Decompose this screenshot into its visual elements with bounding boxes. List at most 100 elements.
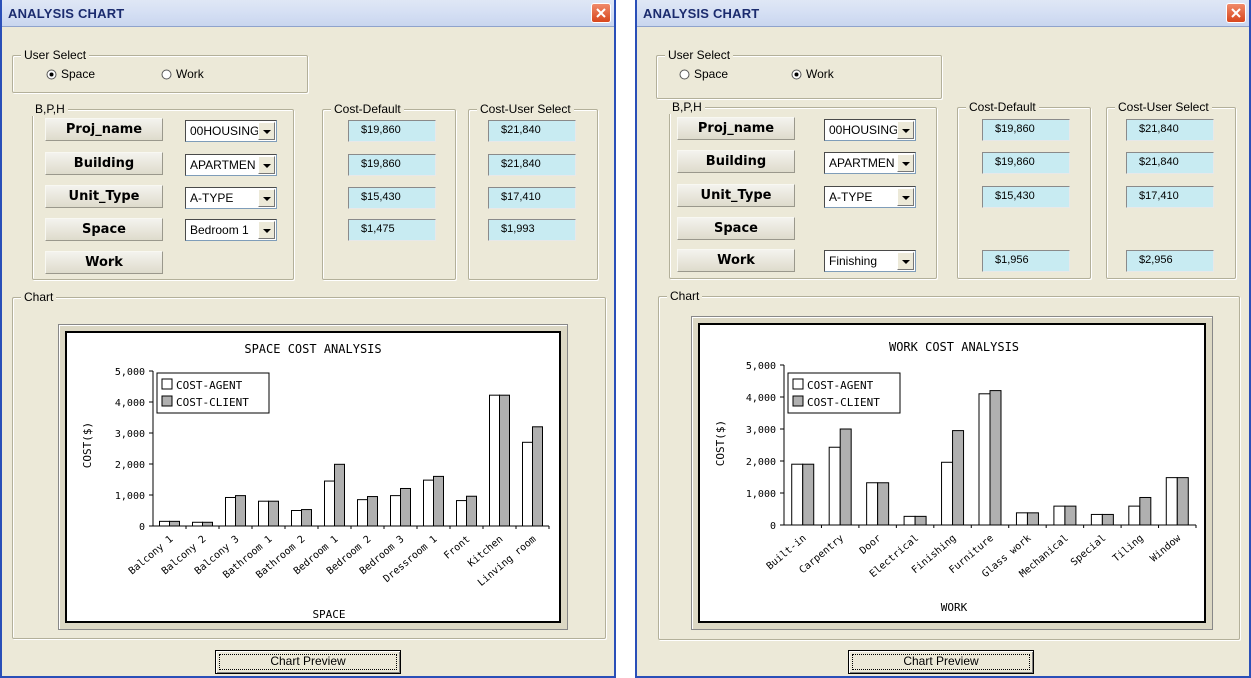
legend-label: COST-CLIENT [176,396,249,409]
close-button[interactable] [591,3,611,23]
bar-cost-client [202,521,213,527]
bar-cost-agent [225,496,236,527]
radio-space-label: Space [61,67,96,81]
cost-default-proj: $19,860 [982,119,1070,141]
bar-cost-client [235,495,246,527]
cost-user-unit: $17,410 [488,187,576,209]
building-value: APARTMEN [190,158,256,172]
bar-cost-agent [390,495,401,527]
unit-type-button[interactable]: Unit_Type [677,184,795,207]
proj-name-button[interactable]: Proj_name [677,117,795,140]
bar-cost-client [914,515,927,526]
cost-user-legend: Cost-User Select [477,102,574,116]
bar-cost-client [1176,477,1189,526]
unit-type-value: A-TYPE [829,190,873,204]
proj-name-value: 00HOUSING [190,124,260,138]
user-select-legend: User Select [665,48,734,62]
y-axis-label: COST($) [81,422,94,468]
bar-cost-agent [1090,513,1103,526]
building-value: APARTMEN [829,156,895,170]
space-combo[interactable]: Bedroom 1 [185,219,277,241]
cost-user-space: $1,993 [488,219,576,241]
proj-name-combo[interactable]: 00HOUSING [185,120,277,142]
bar-cost-agent [291,510,302,527]
chart-title: WORK COST ANALYSIS [889,340,1019,354]
legend-swatch [792,378,804,390]
chart-title: SPACE COST ANALYSIS [244,342,381,356]
y-tick-label: 1,000 [115,491,145,502]
proj-name-combo[interactable]: 00HOUSING [824,119,916,141]
close-button[interactable] [1226,3,1246,23]
chart-preview-button[interactable]: Chart Preview [848,650,1034,674]
chart-preview-button[interactable]: Chart Preview [215,650,401,674]
y-tick-label: 5,000 [115,367,145,378]
bar-cost-agent [903,515,916,526]
x-tick-label: Window [1148,532,1183,564]
space-button[interactable]: Space [45,218,163,241]
bar-cost-agent [258,500,269,527]
work-button[interactable]: Work [677,249,795,272]
chart-legend: Chart [21,290,57,304]
unit-type-value: A-TYPE [190,191,234,205]
cost-user-building: $21,840 [488,154,576,176]
work-value: Finishing [829,254,878,268]
dropdown-arrow-icon[interactable] [897,121,914,139]
legend-label: COST-AGENT [176,379,243,392]
proj-name-value: 00HOUSING [829,123,899,137]
unit-type-combo[interactable]: A-TYPE [824,186,916,208]
cost-default-building: $19,860 [348,154,436,176]
bar-cost-agent [522,441,533,527]
bar-cost-client [169,520,180,527]
bph-legend: B,P,H [669,100,705,114]
close-icon [1231,8,1241,18]
x-tick-label: Tiling [1111,533,1146,565]
bar-cost-agent [456,500,467,527]
bar-cost-agent [489,394,500,527]
window-title: ANALYSIS CHART [643,6,760,21]
dropdown-arrow-icon[interactable] [258,221,275,239]
cost-user-building: $21,840 [1126,152,1214,174]
analysis-window-space: ANALYSIS CHART User Select Space Work B,… [0,0,616,678]
bar-cost-client [1139,496,1152,526]
x-axis-label: SPACE [312,608,345,621]
bar-cost-agent [192,521,203,527]
dropdown-arrow-icon[interactable] [258,156,275,174]
radio-work[interactable]: Work [161,67,204,81]
space-button[interactable]: Space [677,217,795,240]
work-combo[interactable]: Finishing [824,250,916,272]
chart-frame: SPACE COST ANALYSIS 0 1,000 2,000 3,000 4,000… [58,324,568,630]
dropdown-arrow-icon[interactable] [897,188,914,206]
bar-cost-client [466,495,477,527]
work-button[interactable]: Work [45,251,163,274]
radio-space[interactable]: Space [46,67,95,81]
unit-type-combo[interactable]: A-TYPE [185,187,277,209]
cost-default-unit: $15,430 [982,186,1070,208]
cost-user-proj: $21,840 [488,120,576,142]
bar-cost-client [532,426,543,527]
building-button[interactable]: Building [677,150,795,173]
building-combo[interactable]: APARTMEN [185,154,277,176]
proj-name-button[interactable]: Proj_name [45,118,163,141]
radio-space[interactable]: Space [679,67,728,81]
bar-cost-agent [791,463,804,526]
building-combo[interactable]: APARTMEN [824,152,916,174]
radio-unselected-icon [679,69,690,79]
radio-work[interactable]: Work [791,67,834,81]
bar-cost-agent [357,499,368,527]
dropdown-arrow-icon[interactable] [897,252,914,270]
radio-work-label: Work [806,67,834,81]
cost-default-legend: Cost-Default [331,102,404,116]
unit-type-button[interactable]: Unit_Type [45,185,163,208]
legend-label: COST-AGENT [807,379,874,392]
dropdown-arrow-icon[interactable] [897,154,914,172]
y-tick-label: 4,000 [746,393,776,404]
dropdown-arrow-icon[interactable] [258,122,275,140]
legend-swatch [792,395,804,407]
x-tick-label: Special [1069,533,1108,569]
building-button[interactable]: Building [45,152,163,175]
dropdown-arrow-icon[interactable] [258,189,275,207]
bar-cost-client [877,482,890,526]
cost-user-legend: Cost-User Select [1115,100,1212,114]
work-cost-chart: WORK COST ANALYSIS 0 1,000 2,000 3,000 4,000 5… [714,340,1197,614]
bar-cost-client [499,394,510,527]
